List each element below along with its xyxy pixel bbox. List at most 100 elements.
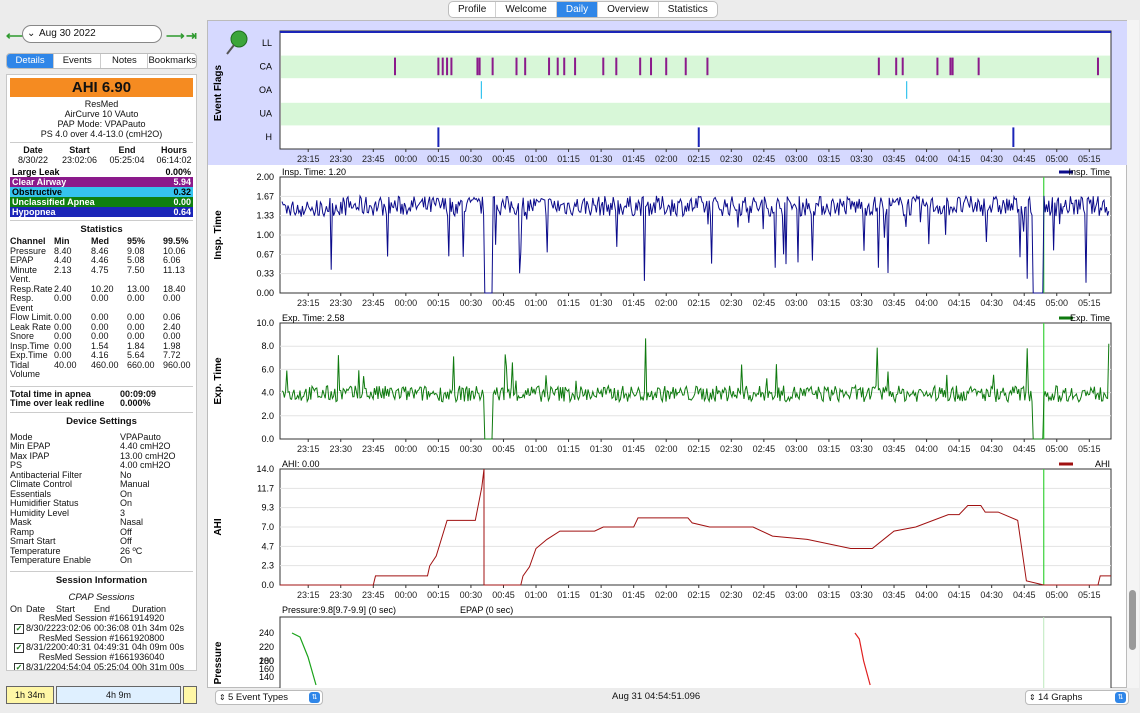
scrollbar-thumb[interactable] <box>1129 590 1136 650</box>
graphs-scrollbar[interactable] <box>1127 20 1139 688</box>
event-flag-mark <box>684 57 687 76</box>
time-tick-label: 00:15 <box>427 154 450 164</box>
pap-mode: PAP Mode: VPAPauto <box>57 119 146 129</box>
session-start: 23:02:06 <box>56 622 92 633</box>
graphs-panel: LL CA OA UA H Event Flags 23:15 23:30 23:45 00:00… <box>207 20 1128 698</box>
time-tick-label: 00:00 <box>395 154 418 164</box>
event-label: Large Leak <box>12 167 60 177</box>
timeline-session-3[interactable] <box>183 686 197 704</box>
y-tick-label: 1.67 <box>256 191 274 201</box>
time-tick-label: 00:15 <box>427 298 450 308</box>
stat-cell <box>127 370 163 380</box>
stat-cell: 7.50 <box>127 264 145 275</box>
time-tick-label: 05:15 <box>1078 444 1101 454</box>
time-tick-label: 03:15 <box>818 298 841 308</box>
y-tick-label: 4.7 <box>261 541 274 551</box>
cpap-sessions-title: CPAP Sessions <box>68 591 135 603</box>
graph-readout: Exp. Time: 2.58 <box>282 313 345 323</box>
event-flag-mark <box>615 57 618 76</box>
session-checkbox[interactable]: ✓ <box>14 662 24 670</box>
sort-icon: ⇕ <box>1029 693 1036 702</box>
graphs-label: 14 Graphs <box>1038 692 1083 703</box>
time-tick-label: 23:45 <box>362 154 385 164</box>
tab-overview[interactable]: Overview <box>598 2 659 17</box>
time-tick-label: 03:30 <box>850 444 873 454</box>
subtab-events[interactable]: Events <box>54 54 102 68</box>
time-tick-label: 23:30 <box>329 154 352 164</box>
updown-icon: ⇅ <box>309 692 320 703</box>
stat-cell: 11.13 <box>163 264 185 275</box>
setting-label: Temperature Enable <box>10 555 92 565</box>
time-tick-label: 23:45 <box>362 298 385 308</box>
subtab-notes[interactable]: Notes <box>101 54 149 68</box>
time-tick-label: 04:15 <box>948 298 971 308</box>
y-tick-label: 1.33 <box>256 211 274 221</box>
stat-cell <box>54 370 91 380</box>
stat-cell: 0.00 <box>163 293 181 303</box>
time-tick-label: 04:30 <box>980 590 1003 600</box>
event-label: Hypopnea <box>12 207 56 217</box>
time-tick-label: 01:45 <box>622 444 645 454</box>
time-tick-label: 23:15 <box>297 590 320 600</box>
tab-statistics[interactable]: Statistics <box>659 2 717 17</box>
statistics-table: Channel Min Med 95% 99.5% Pressure 8.40 8.46 9.0… <box>10 236 193 380</box>
time-tick-label: 04:30 <box>980 444 1003 454</box>
event-flag-mark <box>393 57 396 76</box>
time-tick-label: 01:30 <box>590 154 613 164</box>
time-tick-label: 05:00 <box>1045 444 1068 454</box>
subtab-details[interactable]: Details <box>7 54 55 68</box>
time-tick-label: 04:00 <box>915 590 938 600</box>
date-picker[interactable]: ⌄ Aug 30 2022 <box>22 25 162 43</box>
session-start: 04:54:04 <box>56 661 92 671</box>
y-tick-label: 2.00 <box>256 172 274 182</box>
event-flag-mark <box>1012 127 1015 147</box>
device-info: ResMed AirCurve 10 VAuto PAP Mode: VPAPa… <box>7 99 196 139</box>
stat-cell: 4.75 <box>91 264 109 275</box>
stat-cell: Volume <box>10 369 41 379</box>
time-tick-label: 01:30 <box>590 590 613 600</box>
time-tick-label: 04:00 <box>915 154 938 164</box>
next-day-arrow-icon[interactable]: ⟶ <box>166 28 185 44</box>
session-row: ✓ 8/30/22 23:02:06 00:36:08 01h 34m 02s <box>10 622 193 634</box>
stat-cell: 40.00 <box>54 359 77 370</box>
y-tick-label: 9.3 <box>261 503 274 513</box>
time-tick-label: 04:15 <box>948 444 971 454</box>
event-flag-mark <box>478 57 481 76</box>
timeline-session-2[interactable]: 4h 9m <box>56 686 181 704</box>
event-flag-mark <box>476 57 479 76</box>
tab-profile[interactable]: Profile <box>449 2 497 17</box>
stat-cell: 0.00 <box>91 293 109 303</box>
stat-cell <box>163 370 196 380</box>
timeline-session-1[interactable]: 1h 34m <box>6 686 54 704</box>
event-flag-mark <box>977 57 980 76</box>
time-tick-label: 23:30 <box>329 444 352 454</box>
time-tick-label: 23:15 <box>297 154 320 164</box>
session-date: 8/31/22 <box>26 661 57 671</box>
time-tick-label: 23:45 <box>362 444 385 454</box>
last-day-icon[interactable]: ⇥ <box>186 28 197 44</box>
left-panel: ⟵ ⌄ Aug 30 2022 ⟶ ⇥ Details Events Notes Bo… <box>0 20 204 713</box>
session-checkbox[interactable]: ✓ <box>14 623 24 634</box>
graphs-select[interactable]: ⇕ 14 Graphs ⇅ <box>1025 690 1129 705</box>
subtab-bookmarks[interactable]: Bookmarks <box>148 54 196 68</box>
event-row-label: UA <box>259 109 272 119</box>
setting-value: On <box>120 555 133 565</box>
time-tick-label: 03:45 <box>883 298 906 308</box>
event-row: Hypopnea 0.64 <box>10 207 193 217</box>
session-list: On Date Start End Duration ResMed Session #16… <box>7 604 196 671</box>
summary-value: 8/30/22 <box>17 154 49 165</box>
time-tick-label: 03:30 <box>850 590 873 600</box>
time-tick-label: 23:30 <box>329 298 352 308</box>
graph-ylabel: Insp. Time <box>213 210 224 260</box>
time-tick-label: 05:15 <box>1078 154 1101 164</box>
time-tick-label: 05:00 <box>1045 298 1068 308</box>
session-checkbox[interactable]: ✓ <box>14 643 24 653</box>
event-index-list: Large Leak 0.00% Clear Airway 5.94 Obstructi… <box>7 167 196 217</box>
event-types-select[interactable]: ⇕ 5 Event Types ⇅ <box>215 690 323 705</box>
event-row: Clear Airway 5.94 <box>10 177 193 187</box>
tab-welcome[interactable]: Welcome <box>496 2 557 17</box>
time-tick-label: 00:15 <box>427 444 450 454</box>
event-value: 0.32 <box>173 187 191 197</box>
event-row-band <box>281 55 1110 79</box>
tab-daily[interactable]: Daily <box>556 2 599 17</box>
